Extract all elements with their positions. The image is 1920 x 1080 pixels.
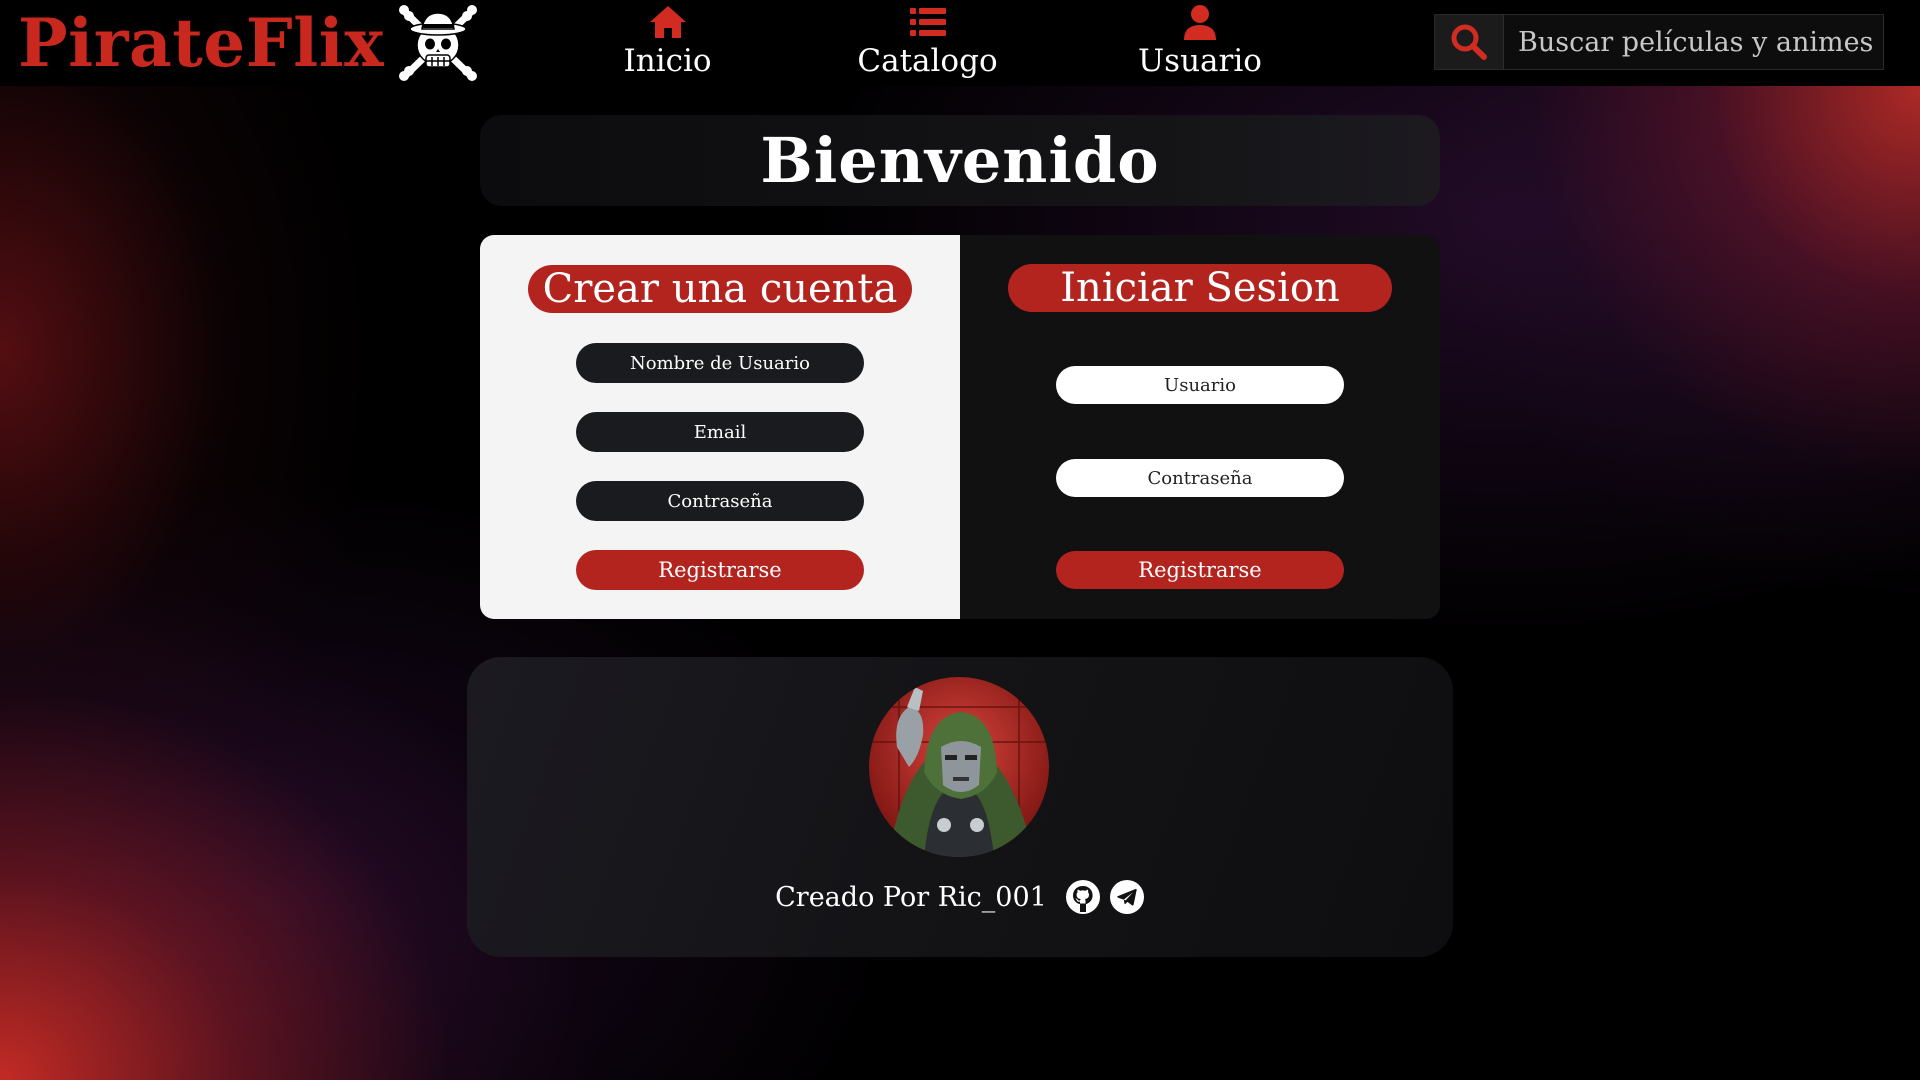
login-password-input[interactable] <box>1056 459 1344 497</box>
login-title: Iniciar Sesion <box>1008 264 1392 312</box>
brand[interactable]: PirateFlix <box>18 0 478 86</box>
credits-card: Creado Por Ric_001 <box>467 657 1453 957</box>
welcome-banner: Bienvenido <box>480 115 1440 206</box>
credit-line: Creado Por Ric_001 <box>467 875 1453 919</box>
register-panel: Crear una cuenta Registrarse <box>480 235 960 619</box>
auth-panel: Crear una cuenta Registrarse Iniciar Ses… <box>480 235 1440 619</box>
user-icon <box>1184 5 1216 40</box>
login-username-input[interactable] <box>1056 366 1344 404</box>
search-icon <box>1451 24 1487 60</box>
author-avatar <box>869 677 1049 857</box>
github-link[interactable] <box>1065 879 1101 915</box>
credit-text: Creado Por Ric_001 <box>775 881 1047 913</box>
home-icon <box>649 6 686 38</box>
list-icon <box>909 8 946 36</box>
login-panel: Iniciar Sesion Registrarse <box>960 235 1440 619</box>
straw-hat-jolly-roger-icon <box>399 5 478 81</box>
register-title: Crear una cuenta <box>528 265 912 313</box>
page-title: Bienvenido <box>760 124 1160 197</box>
search-button[interactable] <box>1435 15 1504 69</box>
nav-item-catalogo[interactable]: Catalogo <box>855 4 1000 78</box>
nav-label-usuario: Usuario <box>1138 43 1262 79</box>
nav-item-usuario[interactable]: Usuario <box>1135 4 1265 78</box>
register-password-input[interactable] <box>576 481 864 521</box>
avatar-image <box>869 677 1049 857</box>
github-icon <box>1065 880 1100 914</box>
register-username-input[interactable] <box>576 343 864 383</box>
nav-item-inicio[interactable]: Inicio <box>615 4 720 78</box>
telegram-link[interactable] <box>1109 879 1145 915</box>
register-submit-button[interactable]: Registrarse <box>576 550 864 590</box>
search-input[interactable] <box>1504 15 1883 69</box>
search-bar <box>1434 14 1884 70</box>
brand-name[interactable]: PirateFlix <box>18 10 384 76</box>
telegram-icon <box>1109 880 1144 914</box>
register-email-input[interactable] <box>576 412 864 452</box>
nav-label-catalogo: Catalogo <box>857 43 998 79</box>
navbar: PirateFlix Inicio Catalogo Usuario Busca… <box>0 0 1920 86</box>
login-submit-button[interactable]: Registrarse <box>1056 551 1344 589</box>
nav-label-inicio: Inicio <box>623 43 712 79</box>
